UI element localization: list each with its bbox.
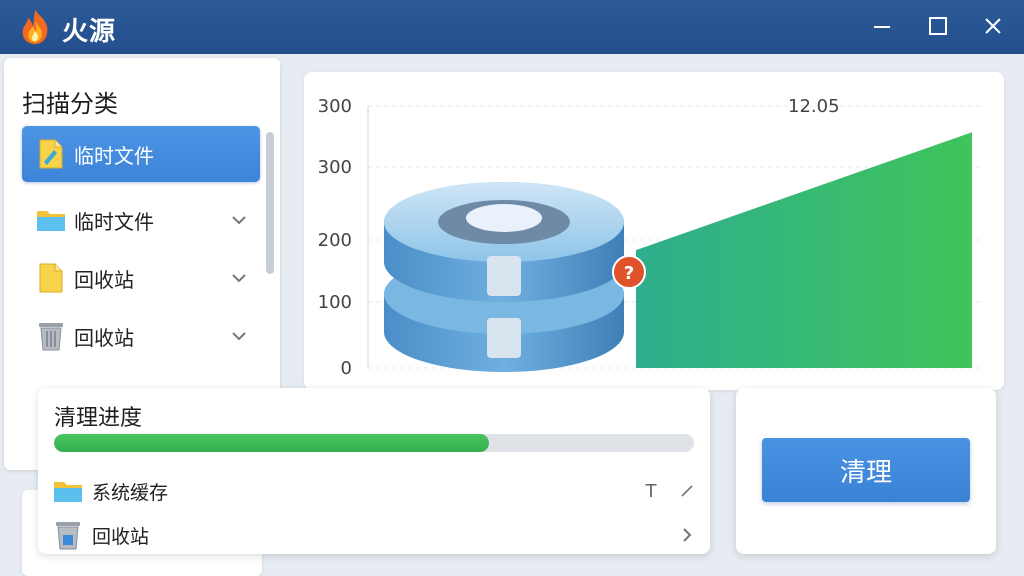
- file-row-recycle-bin[interactable]: 回收站: [52, 518, 698, 552]
- sidebar-title: 扫描分类: [22, 90, 118, 118]
- y-tick-label: 200: [318, 230, 352, 251]
- svg-text:?: ?: [624, 263, 634, 284]
- progress-title: 清理进度: [54, 406, 143, 431]
- close-button[interactable]: [975, 10, 1011, 42]
- minimize-icon: [874, 26, 890, 28]
- sidebar-item-label: 临时文件: [74, 209, 154, 234]
- file-row-label: 回收站: [92, 525, 150, 548]
- folder-icon: [36, 203, 66, 237]
- sidebar-item-temp-files[interactable]: 临时文件: [22, 192, 260, 248]
- chevron-down-icon[interactable]: [228, 267, 250, 289]
- sidebar-scrollbar[interactable]: [266, 132, 274, 274]
- sidebar-item-label: 临时文件: [74, 143, 154, 168]
- minimize-button[interactable]: [864, 10, 900, 42]
- progress-panel: 清理进度 系统缓存 T 回收站: [38, 388, 710, 554]
- sidebar-item-recycle-bin[interactable]: 回收站: [22, 250, 260, 306]
- maximize-button[interactable]: [920, 10, 956, 42]
- app-title: 火源: [62, 17, 117, 47]
- flame-logo-icon: [22, 9, 48, 45]
- maximize-icon: [929, 17, 947, 35]
- y-tick-label: 100: [318, 292, 352, 313]
- folder-icon: [36, 261, 66, 295]
- text-format-icon[interactable]: T: [640, 480, 662, 502]
- close-icon: [985, 18, 1001, 34]
- sidebar-item-recycle-bin-2[interactable]: 回收站: [22, 308, 260, 364]
- document-icon: [36, 137, 66, 171]
- edit-icon[interactable]: [676, 480, 698, 502]
- sidebar-item-label: 回收站: [74, 267, 134, 292]
- y-tick-label: 300: [318, 96, 352, 117]
- usage-chart: 0 100 200 300 300 12.05 ?: [318, 96, 984, 379]
- chevron-right-icon[interactable]: [676, 524, 698, 546]
- clean-button[interactable]: 清理: [762, 438, 970, 502]
- chevron-down-icon[interactable]: [228, 209, 250, 231]
- action-panel: 清理: [736, 388, 996, 554]
- y-tick-label: 300: [318, 157, 352, 178]
- trash-icon: [36, 319, 66, 353]
- file-row-system-cache[interactable]: 系统缓存 T: [52, 474, 698, 508]
- folder-icon: [52, 475, 84, 507]
- sidebar-item-temp-files-active[interactable]: 临时文件: [22, 126, 260, 182]
- file-row-label: 系统缓存: [92, 481, 169, 504]
- trash-icon: [52, 519, 84, 551]
- question-warning-icon: ?: [612, 255, 646, 289]
- progress-fill: [54, 434, 490, 452]
- chevron-down-icon[interactable]: [228, 325, 250, 347]
- title-bar: 火源: [0, 0, 1024, 54]
- sidebar-item-label: 回收站: [74, 325, 134, 350]
- disk-drive-icon: [384, 182, 624, 372]
- area-series: [636, 132, 972, 368]
- progress-bar: [54, 434, 694, 452]
- chart-annotation: 12.05: [788, 96, 840, 117]
- y-tick-label: 0: [341, 358, 352, 379]
